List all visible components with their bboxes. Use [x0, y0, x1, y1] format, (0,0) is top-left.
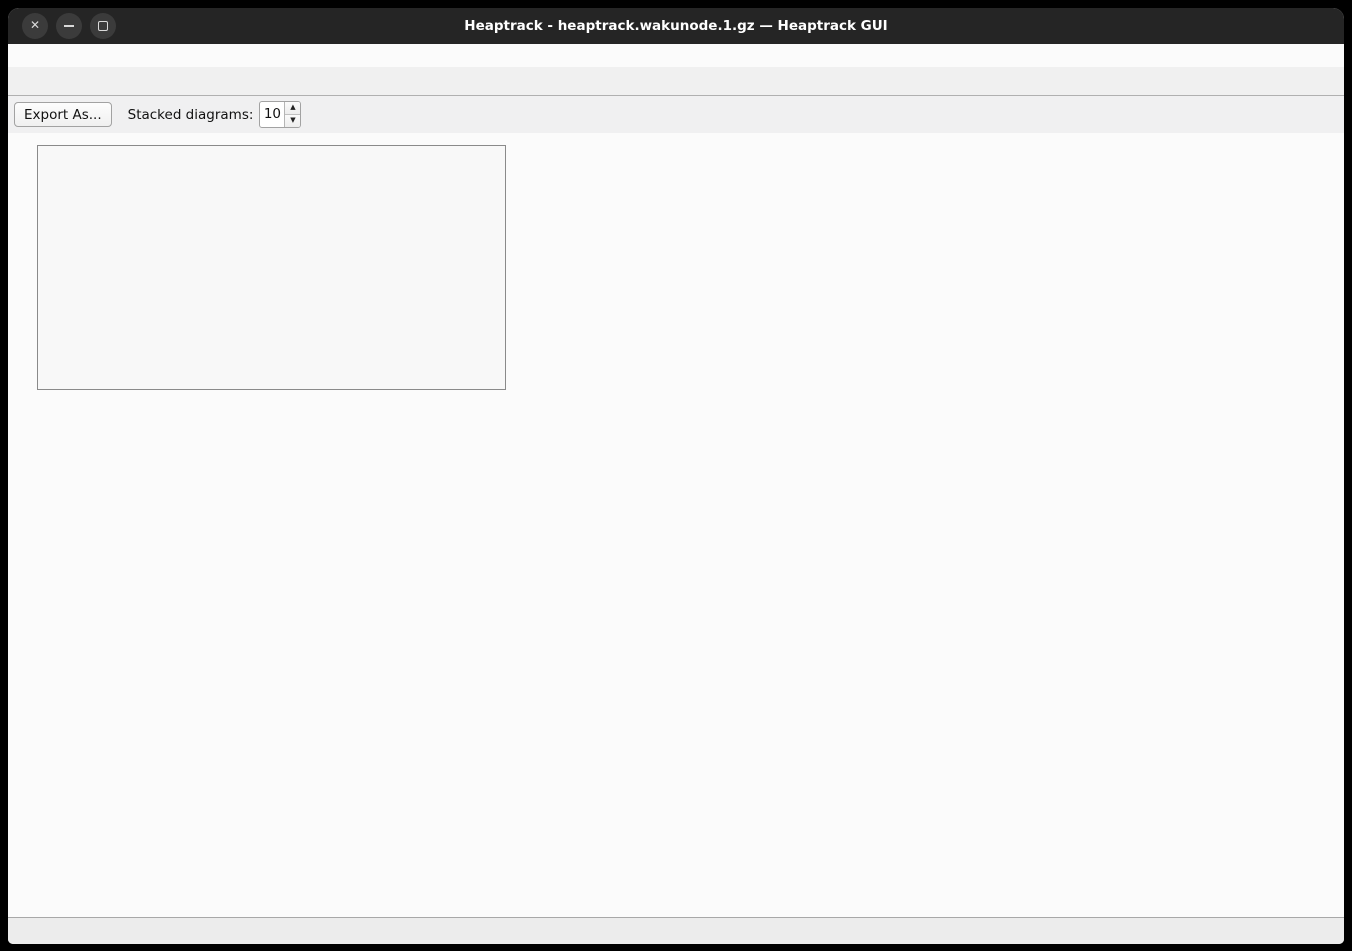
spin-down-button[interactable]: ▼ [285, 115, 300, 127]
export-as-button[interactable]: Export As... [14, 102, 112, 127]
title-bar: ✕ Heaptrack - heaptrack.wakunode.1.gz — … [8, 8, 1344, 44]
stacked-diagrams-spinbox[interactable]: 10 ▲ ▼ [259, 101, 301, 128]
stacked-diagrams-value: 10 [260, 102, 284, 127]
spin-up-button[interactable]: ▲ [285, 102, 300, 115]
consumed-chart [8, 133, 1344, 917]
tab-bar [8, 67, 1344, 96]
menu-bar [8, 44, 1344, 67]
window-title: Heaptrack - heaptrack.wakunode.1.gz — He… [8, 8, 1344, 44]
app-window: ✕ Heaptrack - heaptrack.wakunode.1.gz — … [8, 8, 1344, 944]
stacked-diagrams-label: Stacked diagrams: [128, 107, 254, 123]
chart-legend [37, 145, 506, 390]
status-bar [8, 917, 1344, 944]
toolbar: Export As... Stacked diagrams: 10 ▲ ▼ [8, 96, 1344, 133]
